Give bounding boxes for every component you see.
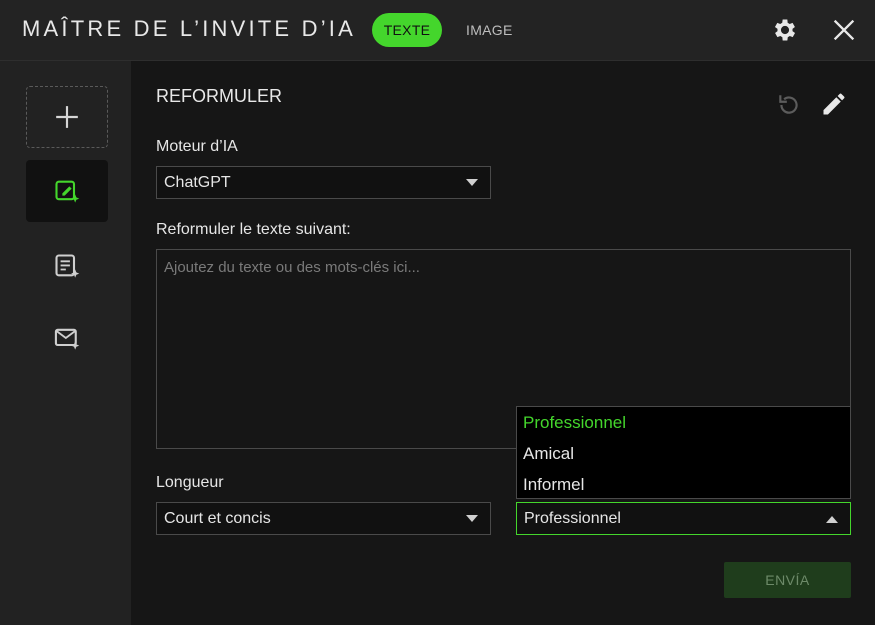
tone-option-professionnel[interactable]: Professionnel — [517, 407, 850, 438]
title-bar: MAÎTRE DE L’INVITE D’IA TEXTE IMAGE — [0, 0, 875, 61]
edit-sparkle-icon — [55, 180, 80, 203]
tone-option-amical[interactable]: Amical — [517, 438, 850, 469]
prompt-placeholder: Ajoutez du texte ou des mots-clés ici... — [164, 259, 420, 276]
length-label: Longueur — [156, 474, 224, 491]
plus-icon — [56, 106, 78, 128]
document-sparkle-icon — [55, 254, 80, 278]
sidebar-item-email[interactable] — [26, 307, 108, 369]
tab-texte[interactable]: TEXTE — [372, 13, 442, 47]
prompt-label: Reformuler le texte suivant: — [156, 221, 351, 238]
send-button[interactable]: ENVÍA — [724, 562, 851, 598]
section-title: REFORMULER — [156, 86, 283, 106]
length-select-value: Court et concis — [164, 510, 271, 527]
engine-select[interactable]: ChatGPT — [156, 166, 491, 199]
caret-up-icon — [826, 516, 838, 523]
tab-image[interactable]: IMAGE — [466, 13, 513, 47]
edit-icon[interactable] — [820, 90, 848, 118]
app-title: MAÎTRE DE L’INVITE D’IA — [22, 16, 356, 41]
tone-select-value: Professionnel — [524, 510, 621, 527]
reset-icon[interactable] — [776, 92, 802, 118]
engine-label: Moteur d’IA — [156, 138, 238, 155]
close-icon[interactable] — [830, 16, 858, 44]
sidebar — [0, 61, 131, 625]
gear-icon[interactable] — [771, 16, 799, 44]
tone-select[interactable]: Professionnel — [516, 502, 851, 535]
sidebar-item-summary[interactable] — [26, 235, 108, 297]
sidebar-item-add[interactable] — [26, 86, 108, 148]
mail-sparkle-icon — [54, 328, 80, 350]
sidebar-item-rephrase[interactable] — [26, 160, 108, 222]
length-select[interactable]: Court et concis — [156, 502, 491, 535]
caret-down-icon — [466, 179, 478, 186]
tone-option-informel[interactable]: Informel — [517, 469, 850, 500]
engine-select-value: ChatGPT — [164, 174, 231, 191]
tone-dropdown-menu: Professionnel Amical Informel — [516, 406, 851, 499]
caret-down-icon — [466, 515, 478, 522]
